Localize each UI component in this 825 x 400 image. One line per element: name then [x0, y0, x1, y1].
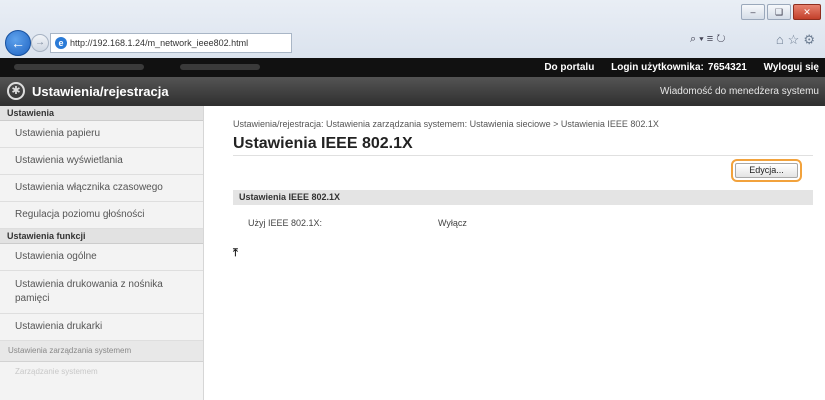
browser-icons[interactable]: ⌂☆⚙	[776, 32, 819, 48]
minimize-button[interactable]: –	[741, 4, 765, 20]
browser-nav-row: ← → e http://192.168.1.24/m_network_ieee8…	[0, 30, 825, 56]
sidebar-item-memory-print-settings[interactable]: Ustawienia drukowania z nośnika pamięci	[0, 271, 203, 314]
breadcrumb: Ustawienia/rejestracja: Ustawienia zarzą…	[233, 119, 659, 129]
section-header: Ustawienia IEEE 802.1X	[233, 190, 813, 205]
login-label: Login użytkownika:	[611, 62, 704, 73]
sidebar: Ustawienia Ustawienia papieru Ustawienia…	[0, 106, 204, 400]
app-title-bar: ✱ Ustawienia/rejestracja Wiadomość do me…	[0, 77, 825, 106]
sidebar-item-display-settings[interactable]: Ustawienia wyświetlania	[0, 148, 203, 175]
sidebar-section-system-management[interactable]: Ustawienia zarządzania systemem	[0, 341, 203, 362]
sidebar-item-paper-settings[interactable]: Ustawienia papieru	[0, 121, 203, 148]
maximize-button[interactable]: ❑	[767, 4, 791, 20]
app-title: Ustawienia/rejestracja	[32, 84, 169, 99]
page-title: Ustawienia IEEE 802.1X	[233, 135, 413, 152]
address-bar[interactable]: e http://192.168.1.24/m_network_ieee802.h…	[50, 33, 292, 53]
sidebar-item-system-management[interactable]: Zarządzanie systemem	[0, 362, 203, 382]
address-url: http://192.168.1.24/m_network_ieee802.ht…	[70, 38, 249, 48]
logout-link[interactable]: Wyloguj się	[764, 62, 819, 73]
account-links: Do portalu Login użytkownika: 7654321 Wyl…	[530, 58, 819, 77]
message-to-admin-link[interactable]: Wiadomość do menedżera systemu	[660, 77, 819, 106]
login-value: 7654321	[707, 62, 747, 73]
close-window-button[interactable]: ✕	[793, 4, 821, 20]
settings-gear-icon: ✱	[7, 82, 25, 100]
ieee-8021x-label: Użyj IEEE 802.1X:	[248, 218, 323, 228]
sidebar-item-timer-settings[interactable]: Ustawienia włącznika czasowego	[0, 175, 203, 202]
browser-chrome: – ❑ ✕ ← → e http://192.168.1.24/m_network…	[0, 0, 825, 58]
portal-link[interactable]: Do portalu	[544, 62, 594, 73]
window-controls: – ❑ ✕	[741, 4, 821, 20]
sidebar-item-printer-settings[interactable]: Ustawienia drukarki	[0, 314, 203, 341]
address-tools[interactable]: ⌕▾≡↻	[690, 33, 728, 46]
main-content: Ustawienia/rejestracja: Ustawienia zarzą…	[205, 106, 825, 400]
edit-button[interactable]: Edycja...	[735, 163, 798, 178]
blurred-device-name	[14, 64, 144, 70]
back-button[interactable]: ←	[5, 30, 31, 56]
ieee-8021x-value: Wyłącz	[438, 218, 467, 228]
sidebar-item-volume[interactable]: Regulacja poziomu głośności	[0, 202, 203, 229]
title-divider	[233, 155, 813, 156]
sidebar-section-functions: Ustawienia funkcji	[0, 229, 203, 244]
blurred-device-info	[180, 64, 260, 70]
forward-button[interactable]: →	[31, 34, 49, 52]
edit-button-highlight: Edycja...	[731, 159, 802, 182]
back-to-top-icon[interactable]: ⤒	[233, 247, 238, 260]
sidebar-section-settings: Ustawienia	[0, 106, 203, 121]
ie-page-icon: e	[55, 37, 67, 49]
top-account-bar: Do portalu Login użytkownika: 7654321 Wyl…	[0, 58, 825, 77]
sidebar-item-general-settings[interactable]: Ustawienia ogólne	[0, 244, 203, 271]
